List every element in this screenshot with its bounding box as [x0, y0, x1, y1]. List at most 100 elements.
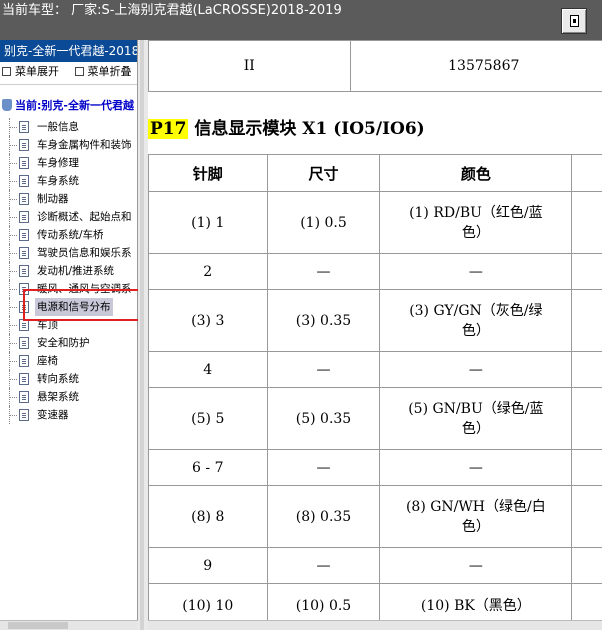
table-row: 4— —	[148, 351, 602, 388]
sidebar-item[interactable]: 悬架系统	[0, 388, 137, 406]
size-cell: —	[266, 351, 381, 388]
sidebar-item-label: 变速器	[37, 409, 69, 421]
tree-line	[9, 127, 17, 128]
tree-line	[9, 361, 17, 362]
tree-root-label: 当前:别克-全新一代君越	[15, 99, 134, 112]
pin-cell: 2	[148, 253, 268, 290]
expand-icon	[2, 67, 11, 76]
sidebar-item[interactable]: 车身金属构件和装饰	[0, 136, 137, 154]
sidebar-item[interactable]: 传动系统/车桥	[0, 226, 137, 244]
sidebar-item[interactable]: 车身系统	[0, 172, 137, 190]
sidebar: 别克-全新一代君越-2018- 菜单展开 菜单折叠 当前:别克-全新一代君越 一…	[0, 40, 138, 630]
sidebar-item-label: 车顶	[37, 319, 58, 331]
vehicle-model-title: 当前车型： 厂家:S-上海别克君越(LaCROSSE)2018-2019	[2, 3, 342, 18]
pane-splitter[interactable]	[138, 40, 148, 630]
extra-cell	[571, 191, 602, 254]
size-cell: (3) 0.35	[266, 289, 381, 352]
size-cell: (1) 0.5	[266, 191, 381, 254]
tree-line	[9, 415, 17, 416]
table-row: (3) 3 (3) 0.35 (3) GY/GN（灰色/绿 色）	[148, 289, 602, 352]
section-title: P17 信息显示模块 X1 (IO5/IO6)	[148, 114, 425, 139]
scroll-thumb[interactable]	[8, 622, 68, 629]
sidebar-item[interactable]: 驾驶员信息和娱乐系	[0, 244, 137, 262]
tree-list: 一般信息车身金属构件和装饰车身修理车身系统制动器诊断概述、起始点和 传动系统/车桥…	[0, 118, 137, 424]
pin-cell: (5) 5	[148, 387, 268, 450]
sidebar-item-label: 电源和信号分布	[35, 298, 113, 316]
tree-line	[9, 397, 17, 398]
color-cell: —	[379, 449, 573, 486]
color-line: (1) RD/BU（红色/蓝	[409, 204, 543, 221]
color-cell: (8) GN/WH（绿色/白 色）	[379, 485, 573, 548]
extra-cell	[571, 289, 602, 352]
color-cell: (1) RD/BU（红色/蓝 色）	[379, 191, 573, 254]
sidebar-item[interactable]: 诊断概述、起始点和	[0, 208, 137, 226]
color-line: 色）	[461, 224, 490, 241]
collapse-menu-label: 菜单折叠	[87, 65, 132, 78]
document-icon	[19, 283, 29, 295]
window-icon	[570, 15, 579, 27]
header-extra	[571, 154, 602, 192]
sidebar-item-label: 传动系统/车桥	[37, 229, 104, 241]
color-cell: —	[379, 547, 573, 584]
document-icon	[19, 319, 29, 331]
pin-cell: 4	[148, 351, 268, 388]
document-icon	[19, 193, 29, 205]
sidebar-item-label: 一般信息	[37, 121, 79, 133]
pin-cell: (3) 3	[148, 289, 268, 352]
tree-line	[9, 343, 17, 344]
sidebar-item[interactable]: 制动器	[0, 190, 137, 208]
content-pane: II 13575867 P17 信息显示模块 X1 (IO5/IO6) 针脚 尺…	[148, 40, 602, 630]
size-cell: —	[266, 547, 381, 584]
window-toggle-button[interactable]	[561, 8, 587, 34]
sidebar-item[interactable]: 座椅	[0, 352, 137, 370]
sidebar-item[interactable]: 暖风、通风与空调系	[0, 280, 137, 298]
pin-cell: 6 - 7	[148, 449, 268, 486]
document-icon	[19, 265, 29, 277]
table-row: 9— —	[148, 547, 602, 584]
table-cell: II	[148, 40, 351, 92]
size-cell: (5) 0.35	[266, 387, 381, 450]
color-cell: —	[379, 351, 573, 388]
tree-root[interactable]: 当前:别克-全新一代君越	[2, 98, 134, 114]
sidebar-item[interactable]: 电源和信号分布	[0, 298, 137, 316]
section-code: P17	[148, 119, 189, 139]
tree-line	[9, 307, 17, 308]
sidebar-item[interactable]: 转向系统	[0, 370, 137, 388]
extra-cell	[571, 485, 602, 548]
sidebar-item[interactable]: 一般信息	[0, 118, 137, 136]
document-icon	[19, 121, 29, 133]
color-line: —	[468, 459, 483, 476]
header-size: 尺寸	[266, 154, 381, 192]
section-title-text: 信息显示模块 X1 (IO5/IO6)	[194, 119, 425, 139]
color-cell: —	[379, 253, 573, 290]
sidebar-item-label: 暖风、通风与空调系	[37, 283, 132, 295]
color-cell: (3) GY/GN（灰色/绿 色）	[379, 289, 573, 352]
sidebar-item[interactable]: 发动机/推进系统	[0, 262, 137, 280]
sidebar-item-label: 车身金属构件和装饰	[37, 139, 132, 151]
sidebar-item[interactable]: 车顶	[0, 316, 137, 334]
content-scrollbar[interactable]	[148, 620, 602, 630]
sidebar-item[interactable]: 车身修理	[0, 154, 137, 172]
tree-line	[9, 145, 17, 146]
sidebar-item-label: 诊断概述、起始点和	[37, 211, 132, 223]
sidebar-item-label: 车身系统	[37, 175, 79, 187]
tree-line	[9, 163, 17, 164]
pin-cell: (1) 1	[148, 191, 268, 254]
collapse-menu-button[interactable]: 菜单折叠	[74, 62, 132, 82]
document-icon	[19, 409, 29, 421]
document-icon	[19, 373, 29, 385]
color-line: 色）	[461, 322, 490, 339]
sidebar-scrollbar[interactable]	[0, 620, 138, 630]
sidebar-item[interactable]: 安全和防护	[0, 334, 137, 352]
car-icon	[2, 99, 12, 111]
tree-line	[9, 217, 17, 218]
document-icon	[19, 301, 29, 313]
color-line: (5) GN/BU（绿色/蓝	[408, 400, 544, 417]
sidebar-item-label: 悬架系统	[37, 391, 79, 403]
expand-menu-button[interactable]: 菜单展开	[2, 62, 59, 82]
tree-line	[9, 379, 17, 380]
tree-line	[9, 253, 17, 254]
sidebar-item[interactable]: 变速器	[0, 406, 137, 424]
size-cell: —	[266, 449, 381, 486]
sidebar-divider	[0, 84, 137, 85]
